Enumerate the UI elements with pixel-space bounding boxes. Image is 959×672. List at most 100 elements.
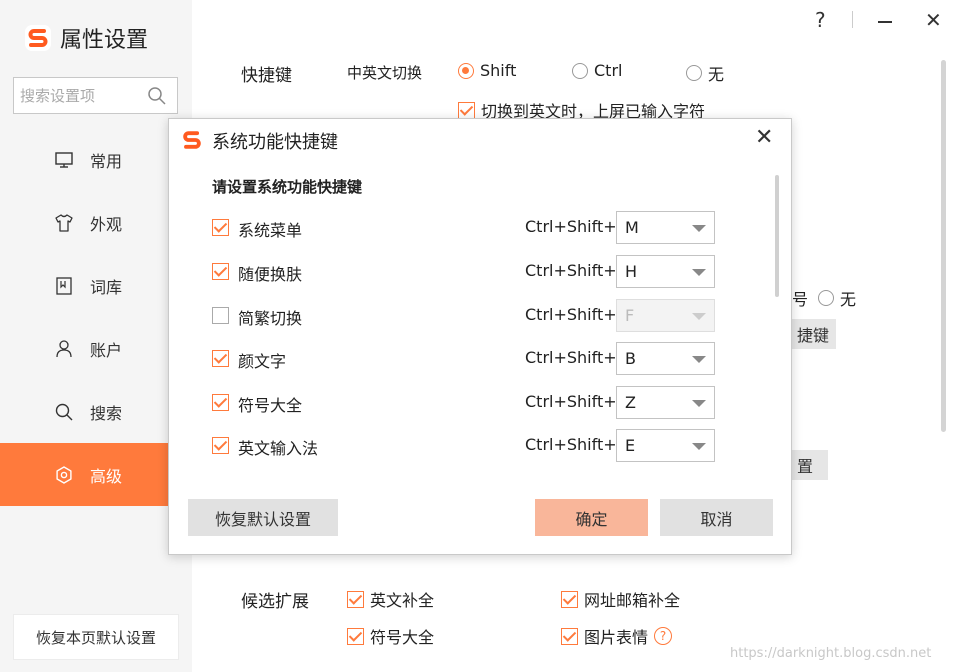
radio-none[interactable]	[686, 65, 702, 81]
shortcut-key-dropdown[interactable]: Z	[616, 386, 715, 419]
restore-defaults-button[interactable]: 恢复默认设置	[188, 499, 338, 536]
shortcut-checkbox[interactable]	[212, 307, 229, 324]
english-completion-checkbox[interactable]	[347, 590, 364, 608]
cancel-button[interactable]: 取消	[660, 499, 773, 536]
sidebar-item-label: 账户	[90, 340, 123, 360]
candidate-ext-label: 候选扩展	[241, 592, 309, 612]
restore-page-defaults-button[interactable]: 恢复本页默认设置	[13, 614, 179, 660]
shortcut-name: 随便换肤	[238, 265, 303, 284]
shortcut-key-dropdown[interactable]: H	[616, 255, 715, 288]
shortcut-checkbox[interactable]	[212, 394, 229, 411]
settings-button[interactable]: 置	[791, 450, 828, 480]
sidebar-item-dictionary[interactable]: 词库	[0, 254, 192, 317]
dropdown-arrow-icon	[692, 313, 706, 320]
shortcut-checkbox[interactable]	[212, 350, 229, 367]
dropdown-arrow-icon	[692, 269, 706, 276]
shortcut-row-symbols: 符号大全 Ctrl+Shift+ Z	[212, 386, 718, 420]
help-button[interactable]: ?	[815, 8, 826, 32]
shortcut-key-dropdown[interactable]: B	[616, 342, 715, 375]
partial-none-option[interactable]: 无	[818, 286, 856, 310]
sidebar-item-account[interactable]: 账户	[0, 317, 192, 380]
url-email-completion-checkbox[interactable]	[561, 590, 578, 608]
shortcut-name: 英文输入法	[238, 439, 319, 458]
app-title: 属性设置	[60, 28, 149, 53]
shortcut-checkbox[interactable]	[212, 263, 229, 280]
shortcut-checkbox[interactable]	[212, 437, 229, 454]
candidate-option-label: 英文补全	[370, 591, 435, 610]
switch-option-label: 无	[708, 65, 725, 84]
dialog-title: 系统功能快捷键	[212, 132, 338, 153]
search-icon	[55, 403, 73, 420]
shortcut-name: 符号大全	[238, 396, 303, 415]
gear-icon	[56, 465, 72, 484]
sogou-logo-icon	[25, 25, 51, 51]
radio-partial-none[interactable]	[818, 290, 834, 306]
radio-shift[interactable]	[458, 62, 474, 79]
symbols-checkbox[interactable]	[347, 627, 364, 645]
search-input[interactable]	[20, 80, 148, 111]
ok-button[interactable]: 确定	[535, 499, 648, 536]
cn-en-switch-label: 中英文切换	[347, 64, 423, 82]
shortcut-key-dropdown: F	[616, 299, 715, 332]
main-scrollbar[interactable]	[941, 60, 946, 432]
sidebar-item-label: 高级	[90, 466, 123, 486]
minimize-button[interactable]	[878, 21, 892, 23]
brand: 属性设置	[24, 22, 148, 54]
dropdown-arrow-icon	[692, 400, 706, 407]
title-bar-separator	[852, 11, 853, 28]
candidate-option-image-emoji[interactable]: 图片表情 ?	[561, 624, 673, 648]
shortcut-modifier: Ctrl+Shift+	[525, 217, 617, 236]
switch-option-shift[interactable]: Shift	[458, 61, 516, 80]
shortcut-name: 简繁切换	[238, 309, 303, 328]
shortcut-key-value: E	[625, 436, 636, 455]
watermark: https://darknight.blog.csdn.net	[730, 646, 932, 661]
sidebar-item-common[interactable]: 常用	[0, 128, 192, 191]
monitor-icon	[55, 151, 73, 168]
shortcut-key-dropdown[interactable]: E	[616, 429, 715, 462]
user-icon	[56, 339, 72, 357]
close-window-button[interactable]: ✕	[925, 8, 942, 32]
shirt-icon	[55, 213, 73, 232]
help-question-icon[interactable]: ?	[654, 627, 673, 645]
radio-ctrl[interactable]	[572, 62, 588, 79]
shortcut-key-value: H	[625, 262, 638, 281]
shortcut-section-label: 快捷键	[241, 66, 292, 86]
shortcut-modifier: Ctrl+Shift+	[525, 348, 617, 367]
search-icon[interactable]	[147, 86, 167, 106]
partial-none-label: 无	[840, 290, 857, 309]
shortcut-key-value: Z	[625, 393, 636, 412]
search-box[interactable]	[13, 77, 178, 114]
shortcut-name: 系统菜单	[238, 221, 303, 240]
sidebar: 属性设置 常用 外观 词库 账户 搜索 高级	[0, 0, 192, 672]
candidate-option-url-email[interactable]: 网址邮箱补全	[561, 587, 680, 611]
image-emoji-checkbox[interactable]	[561, 627, 578, 645]
shortcut-key-dropdown[interactable]: M	[616, 211, 715, 244]
sidebar-nav: 常用 外观 词库 账户 搜索 高级	[0, 128, 192, 506]
shortcut-modifier: Ctrl+Shift+	[525, 435, 617, 454]
shortcut-key-value: F	[625, 306, 635, 325]
sidebar-item-advanced[interactable]: 高级	[0, 443, 192, 506]
shortcut-row-simplified-traditional: 简繁切换 Ctrl+Shift+ F	[212, 299, 718, 333]
candidate-option-label: 网址邮箱补全	[584, 591, 681, 610]
candidate-option-symbols[interactable]: 符号大全	[347, 624, 434, 648]
sidebar-item-appearance[interactable]: 外观	[0, 191, 192, 254]
commit-on-switch-checkbox[interactable]	[458, 101, 475, 119]
shortcut-modifier: Ctrl+Shift+	[525, 261, 617, 280]
dropdown-arrow-icon	[692, 356, 706, 363]
sogou-logo-icon	[183, 131, 201, 149]
candidate-option-english[interactable]: 英文补全	[347, 587, 434, 611]
shortcut-settings-button[interactable]: 捷键	[791, 319, 836, 349]
switch-option-ctrl[interactable]: Ctrl	[572, 61, 622, 80]
shortcut-row-system-menu: 系统菜单 Ctrl+Shift+ M	[212, 211, 718, 245]
switch-option-none[interactable]: 无	[686, 61, 724, 85]
shortcut-modifier: Ctrl+Shift+	[525, 392, 617, 411]
switch-option-label: Ctrl	[594, 61, 623, 80]
dialog-close-button[interactable]: ✕	[755, 125, 773, 150]
shortcut-checkbox[interactable]	[212, 219, 229, 236]
sidebar-item-search[interactable]: 搜索	[0, 380, 192, 443]
partial-radio-text: 号	[792, 290, 809, 309]
dropdown-arrow-icon	[692, 443, 706, 450]
sidebar-item-label: 外观	[90, 214, 123, 234]
dialog-scrollbar[interactable]	[775, 175, 779, 297]
candidate-option-label: 图片表情	[584, 628, 649, 647]
